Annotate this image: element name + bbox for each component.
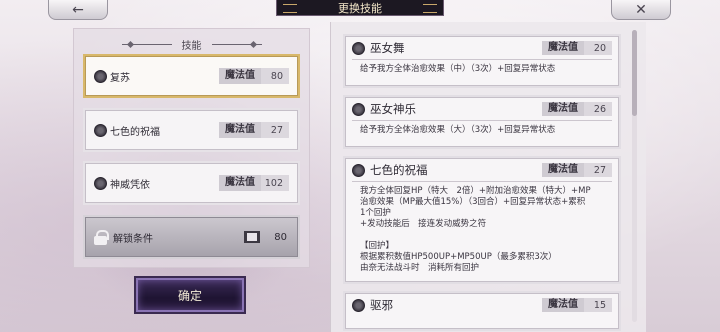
- mp-cost: 魔法值 27: [219, 122, 289, 138]
- mp-label: 魔法值: [219, 175, 261, 191]
- mp-value: 20: [593, 42, 606, 54]
- equipped-skills-panel: 技能 复苏 魔法值 80 七色的祝福 魔法值 27 神威凭依 魔法值 102 解…: [73, 28, 310, 268]
- skill-description: 我方全体回复HP（特大 2倍）+附加治愈效果（特大）+MP 治愈效果（MP最大值…: [360, 186, 591, 273]
- lock-icon: [94, 229, 109, 245]
- equipped-skills-title: 技能: [181, 40, 202, 52]
- skill-name: 七色的祝福: [110, 126, 160, 138]
- mp-value: 26: [593, 103, 606, 115]
- mp-cost: 魔法值 26: [542, 102, 612, 116]
- header-ornament-right: [211, 43, 262, 45]
- mp-value: 80: [270, 70, 283, 82]
- skill-list-item-3[interactable]: 七色的祝福 魔法值 27 我方全体回复HP（特大 2倍）+附加治愈效果（特大）+…: [343, 156, 621, 284]
- skill-name: 巫女舞: [370, 41, 405, 55]
- skill-list-scrollbar[interactable]: [632, 30, 637, 322]
- skill-item-header: 巫女神乐 魔法值 26: [346, 98, 618, 120]
- page-title: 更换技能: [276, 0, 444, 16]
- mp-value: 27: [270, 124, 283, 136]
- skill-list-item-4[interactable]: 驱邪 魔法值 15: [343, 291, 621, 331]
- mp-value: 27: [593, 164, 606, 176]
- skill-snowflake-icon: [352, 102, 365, 116]
- back-arrow-icon: ←: [72, 1, 84, 18]
- skill-snowflake-icon: [352, 298, 365, 312]
- header-ornament-left: [121, 43, 172, 45]
- close-icon: ✕: [635, 1, 647, 18]
- back-button[interactable]: ←: [48, 0, 108, 20]
- mp-label: 魔法值: [542, 102, 584, 116]
- mp-label: 魔法值: [219, 68, 261, 84]
- skill-name: 驱邪: [370, 298, 393, 312]
- unlock-condition-slot[interactable]: 解锁条件 80: [83, 215, 300, 259]
- equipped-skills-header: 技能: [74, 37, 309, 52]
- page-title-text: 更换技能: [338, 1, 382, 15]
- scrollbar-thumb[interactable]: [632, 30, 637, 116]
- mp-label: 魔法值: [542, 163, 584, 177]
- skill-name: 七色的祝福: [370, 163, 428, 177]
- skill-list-item-2[interactable]: 巫女神乐 魔法值 26 给予我方全体治愈效果（大）（3次）+回复异常状态: [343, 95, 621, 149]
- unlock-item-icon: [244, 231, 261, 243]
- skill-description: 给予我方全体治愈效果（大）（3次）+回复异常状态: [360, 125, 556, 135]
- equipped-skill-slot-3[interactable]: 神威凭依 魔法值 102: [83, 161, 300, 205]
- skill-snowflake-icon: [94, 123, 107, 137]
- skill-name: 神威凭依: [110, 179, 150, 191]
- skill-snowflake-icon: [352, 41, 365, 55]
- skill-snowflake-icon: [352, 163, 365, 177]
- mp-cost: 魔法值 80: [219, 68, 289, 84]
- mp-label: 魔法值: [542, 41, 584, 55]
- confirm-button-label: 确定: [177, 288, 202, 303]
- mp-cost: 魔法值 102: [219, 175, 289, 191]
- mp-label: 魔法值: [219, 122, 261, 138]
- unlock-label: 解锁条件: [113, 233, 153, 245]
- skill-item-header: 巫女舞 魔法值 20: [346, 37, 618, 59]
- skill-snowflake-icon: [94, 69, 107, 83]
- mp-cost: 魔法值 27: [542, 163, 612, 177]
- skill-name: 复苏: [110, 72, 130, 84]
- mp-value: 102: [264, 177, 283, 189]
- mp-value: 15: [593, 299, 606, 311]
- skill-description: 给予我方全体治愈效果（中）（3次）+回复异常状态: [360, 64, 556, 74]
- unlock-item-count: 80: [274, 231, 287, 243]
- skill-list-item-1[interactable]: 巫女舞 魔法值 20 给予我方全体治愈效果（中）（3次）+回复异常状态: [343, 34, 621, 88]
- skill-item-header: 驱邪 魔法值 15: [346, 294, 618, 316]
- mp-label: 魔法值: [542, 298, 584, 312]
- equipped-skill-slot-2[interactable]: 七色的祝福 魔法值 27: [83, 108, 300, 152]
- skill-snowflake-icon: [94, 176, 107, 190]
- mp-cost: 魔法值 20: [542, 41, 612, 55]
- confirm-button[interactable]: 确定: [136, 278, 244, 312]
- skill-item-header: 七色的祝福 魔法值 27: [346, 159, 618, 181]
- skill-name: 巫女神乐: [370, 102, 416, 116]
- mp-cost: 魔法值 15: [542, 298, 612, 312]
- equipped-skill-slot-1[interactable]: 复苏 魔法值 80: [83, 54, 300, 98]
- close-button[interactable]: ✕: [611, 0, 671, 20]
